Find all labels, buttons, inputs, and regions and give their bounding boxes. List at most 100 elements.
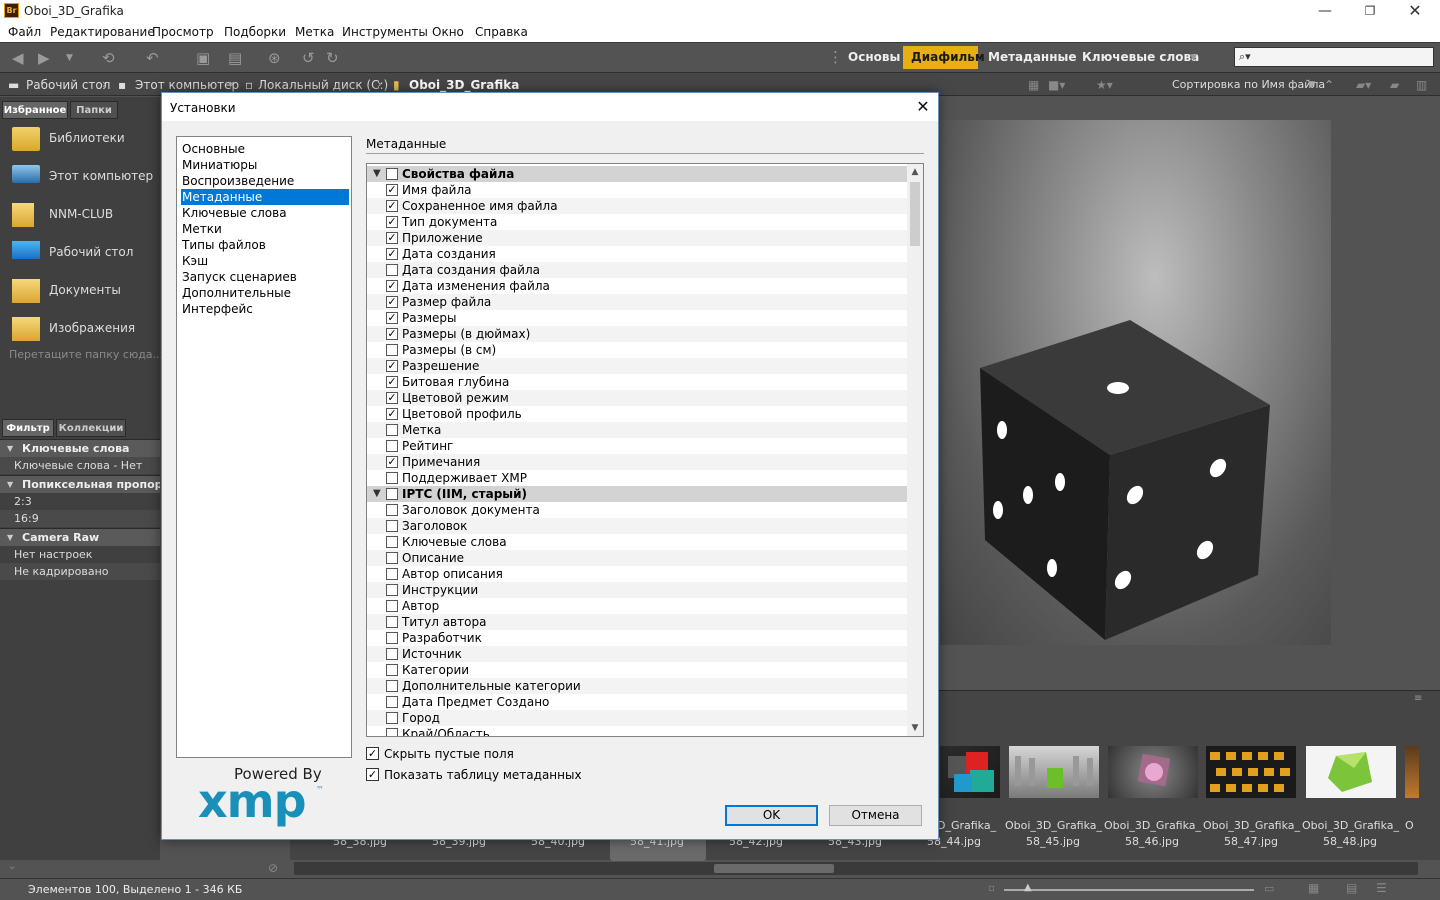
thumbnail-47[interactable] (1206, 746, 1296, 798)
rotate-right-icon[interactable]: ↻ (326, 49, 339, 67)
view-list-icon[interactable]: ☰ (1376, 881, 1387, 895)
search-input[interactable]: ⌕▾ (1234, 47, 1434, 67)
metadata-field-checkbox[interactable]: ✓ (386, 408, 398, 420)
tab-filter[interactable]: Фильтр (2, 419, 54, 437)
filter-item[interactable]: 16:9 (0, 510, 160, 527)
cancel-button[interactable]: Отмена (829, 805, 922, 826)
category-labels[interactable]: Метки (181, 221, 349, 237)
metadata-field-row[interactable]: ✓ Дата создания (367, 246, 907, 262)
metadata-field-row[interactable]: ✓ Сохраненное имя файла (367, 198, 907, 214)
forward-icon[interactable]: ▶ (38, 49, 50, 67)
metadata-field-checkbox[interactable] (386, 648, 398, 660)
breadcrumb-desktop[interactable]: Рабочий стол (26, 78, 110, 92)
category-thumbnails[interactable]: Миниатюры (181, 157, 349, 173)
zoom-in-icon[interactable]: ▭ (1264, 882, 1274, 895)
category-file-types[interactable]: Типы файлов (181, 237, 349, 253)
metadata-field-checkbox[interactable]: ✓ (386, 184, 398, 196)
metadata-field-checkbox[interactable] (386, 504, 398, 516)
favorite-desktop[interactable]: Рабочий стол (0, 235, 160, 271)
metadata-field-row[interactable]: ✓ Разрешение (367, 358, 907, 374)
metadata-field-row[interactable]: ✓ Приложение (367, 230, 907, 246)
filter-item[interactable]: Нет настроек (0, 546, 160, 563)
metadata-field-row[interactable]: Титул автора (367, 614, 907, 630)
metadata-field-checkbox[interactable]: ✓ (386, 456, 398, 468)
thumbnail-48[interactable] (1306, 746, 1396, 798)
metadata-field-row[interactable]: Дата создания файла (367, 262, 907, 278)
workspace-filmstrip[interactable]: Диафильм (911, 50, 985, 64)
metadata-field-row[interactable]: ✓ Цветовой режим (367, 390, 907, 406)
filter-item[interactable]: 2:3 (0, 493, 160, 510)
metadata-field-row[interactable]: Город (367, 710, 907, 726)
metadata-field-row[interactable]: Инструкции (367, 582, 907, 598)
chevron-down-icon[interactable]: ▼ (66, 53, 73, 63)
favorite-pictures[interactable]: Изображения (0, 311, 160, 347)
menu-file[interactable]: Файл (8, 25, 41, 39)
back-icon[interactable]: ◀ (12, 49, 24, 67)
filter-item[interactable]: Не кадрировано (0, 563, 160, 580)
view-details-icon[interactable]: ▤ (1346, 881, 1357, 895)
metadata-field-checkbox[interactable] (386, 568, 398, 580)
tab-collections[interactable]: Коллекции (56, 419, 126, 437)
metadata-field-checkbox[interactable] (386, 424, 398, 436)
scroll-down-icon[interactable]: ▼ (907, 720, 923, 736)
view-toggle-icon[interactable]: ■▾ (1048, 78, 1065, 92)
view-grid-icon[interactable]: ▦ (1308, 881, 1319, 895)
category-cache[interactable]: Кэш (181, 253, 349, 269)
metadata-field-row[interactable]: Край/Область (367, 726, 907, 736)
metadata-field-checkbox[interactable] (386, 712, 398, 724)
metadata-field-row[interactable]: Дополнительные категории (367, 678, 907, 694)
metadata-field-checkbox[interactable]: ✓ (386, 216, 398, 228)
filter-header-keywords[interactable]: Ключевые слова (0, 439, 160, 457)
metadata-field-checkbox[interactable] (386, 664, 398, 676)
metadata-field-row[interactable]: Метка (367, 422, 907, 438)
category-startup-scripts[interactable]: Запуск сценариев (181, 269, 349, 285)
favorite-this-pc[interactable]: Этот компьютер (0, 159, 160, 195)
dialog-close-button[interactable]: ✕ (910, 96, 936, 118)
metadata-field-row[interactable]: Разработчик (367, 630, 907, 646)
metadata-field-row[interactable]: Ключевые слова (367, 534, 907, 550)
metadata-group-row[interactable]: ▼ IPTC (IIM, старый) (367, 486, 907, 502)
metadata-field-row[interactable]: ✓ Размер файла (367, 294, 907, 310)
metadata-field-checkbox[interactable]: ✓ (386, 360, 398, 372)
clear-filter-icon[interactable]: ⊘ (268, 861, 278, 875)
category-playback[interactable]: Воспроизведение (181, 173, 349, 189)
tab-favorites[interactable]: Избранное (2, 101, 68, 119)
slider-handle-icon[interactable]: ▲ (1024, 882, 1032, 893)
thumbnail-46[interactable] (1108, 746, 1198, 798)
menu-edit[interactable]: Редактирование (50, 25, 155, 39)
metadata-field-row[interactable]: Дата Предмет Создано (367, 694, 907, 710)
metadata-field-checkbox[interactable] (386, 728, 398, 736)
horizontal-scrollbar[interactable] (294, 862, 1418, 875)
metadata-field-checkbox[interactable] (386, 584, 398, 596)
metadata-field-checkbox[interactable] (386, 520, 398, 532)
filter-expand-icon[interactable]: ⌄ (8, 861, 16, 872)
metadata-field-checkbox[interactable]: ✓ (386, 280, 398, 292)
metadata-field-row[interactable]: ✓ Имя файла (367, 182, 907, 198)
chevron-down-icon[interactable]: ▼ (1308, 80, 1315, 90)
thumbnail-49[interactable] (1405, 746, 1419, 798)
workspace-metadata[interactable]: Метаданные (988, 50, 1077, 64)
metadata-field-checkbox[interactable]: ✓ (386, 296, 398, 308)
scrollbar-thumb[interactable] (910, 182, 920, 246)
boomerang-icon[interactable]: ↶ (146, 49, 159, 67)
filter-header-pixel-aspect[interactable]: Попиксельная пропорция (0, 475, 160, 493)
metadata-field-row[interactable]: Автор (367, 598, 907, 614)
sort-ascending-icon[interactable]: ⌃ (1324, 78, 1334, 92)
metadata-field-checkbox[interactable] (386, 680, 398, 692)
metadata-field-checkbox[interactable]: ✓ (386, 328, 398, 340)
metadata-field-row[interactable]: ✓ Дата изменения файла (367, 278, 907, 294)
scroll-up-icon[interactable]: ▲ (907, 164, 923, 180)
metadata-field-checkbox[interactable]: ✓ (386, 232, 398, 244)
breadcrumb-local-disk[interactable]: Локальный диск (C:) (258, 78, 388, 92)
sort-dropdown[interactable]: Сортировка по Имя файла (1172, 78, 1325, 91)
metadata-field-checkbox[interactable]: ✓ (386, 248, 398, 260)
scrollbar-thumb[interactable] (714, 864, 834, 873)
metadata-field-checkbox[interactable] (386, 344, 398, 356)
recent-folder-icon[interactable]: ⟲ (102, 49, 115, 67)
metadata-field-checkbox[interactable] (386, 472, 398, 484)
restore-button[interactable]: ❐ (1347, 0, 1393, 22)
star-filter-icon[interactable]: ★▾ (1096, 78, 1113, 92)
metadata-field-checkbox[interactable] (386, 616, 398, 628)
hide-empty-fields-checkbox[interactable]: ✓ (366, 747, 379, 760)
metadata-field-row[interactable]: Заголовок (367, 518, 907, 534)
